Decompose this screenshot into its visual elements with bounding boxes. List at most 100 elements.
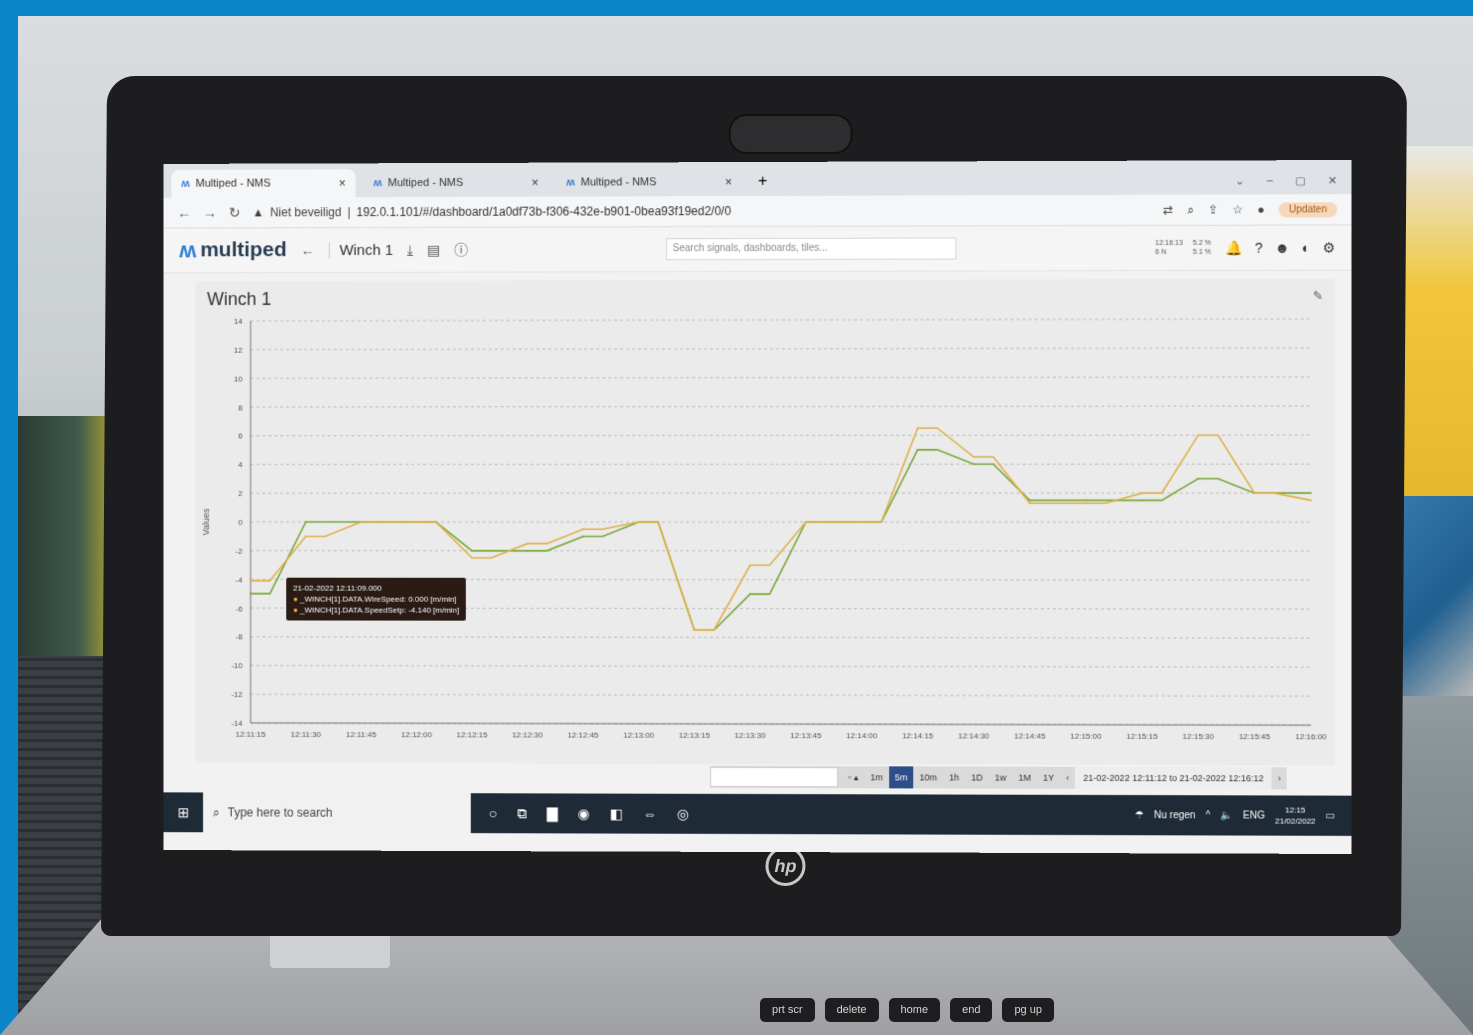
- x-tick-label: 12:11:15: [235, 730, 266, 739]
- x-tick-label: 12:14:15: [902, 731, 934, 740]
- chart-panel: Winch 1 ✎ 14 12 10 8 6 4 2 0 -2 -4 -6 -8 -10 -12 -14 12…: [195, 278, 1336, 766]
- chevron-right-icon[interactable]: ›: [1272, 767, 1287, 789]
- y-tick-label: 10: [234, 374, 243, 383]
- multiped-favicon-icon: ʍ: [181, 177, 190, 190]
- address-bar[interactable]: ▲ Niet beveiligd | 192.0.1.101/#/dashboa…: [252, 204, 731, 219]
- y-tick-label: 2: [238, 489, 243, 498]
- x-tick-label: 12:13:30: [735, 731, 767, 740]
- y-tick-label: -4: [236, 575, 244, 584]
- y-tick-label: 4: [238, 460, 243, 469]
- multiped-favicon-icon: ʍ: [373, 177, 382, 190]
- windows-start-icon[interactable]: ⊞: [163, 792, 203, 832]
- back-arrow-icon[interactable]: ←: [177, 205, 191, 221]
- time-input[interactable]: [710, 766, 839, 788]
- info-icon[interactable]: ⓘ: [454, 240, 468, 260]
- x-tick-label: 12:14:30: [958, 731, 990, 740]
- time-range-label[interactable]: 21-02-2022 12:11:12 to 21-02-2022 12:16:…: [1075, 766, 1272, 790]
- language[interactable]: ENG: [1243, 810, 1265, 821]
- app-icon[interactable]: ◎: [677, 805, 689, 822]
- y-tick-label: -2: [236, 547, 244, 556]
- chevron-left-icon[interactable]: ‹: [1060, 767, 1075, 789]
- browser-tab[interactable]: ʍ Multiped - NMS ×: [364, 169, 549, 198]
- tab-label: Multiped - NMS: [195, 177, 271, 190]
- profile-icon[interactable]: ●: [1257, 202, 1264, 216]
- time-range-1m-button[interactable]: 1m: [864, 766, 889, 788]
- clock[interactable]: 12:15 21/02/2022: [1275, 804, 1315, 826]
- time-range-1h-button[interactable]: 1h: [943, 766, 965, 788]
- comment-icon[interactable]: ▤: [427, 241, 440, 258]
- data-point: [972, 456, 975, 458]
- time-stepper[interactable]: ◦ ▴: [842, 766, 864, 788]
- address-bar-row: ← → ↻ ▲ Niet beveiligd | 192.0.1.101/#/d…: [163, 194, 1352, 229]
- time-range-1w-button[interactable]: 1w: [989, 767, 1013, 789]
- notification-icon[interactable]: ▭: [1326, 810, 1336, 821]
- user-icon[interactable]: ☻: [1275, 239, 1290, 256]
- time-range-5m-button[interactable]: 5m: [888, 766, 914, 789]
- time-range-1y-button[interactable]: 1Y: [1037, 767, 1060, 789]
- teamviewer-icon[interactable]: ⇔: [643, 805, 657, 822]
- close-window-icon[interactable]: ✕: [1328, 174, 1337, 187]
- download-icon[interactable]: ⤓: [407, 241, 413, 258]
- bell-icon[interactable]: 🔔: [1225, 239, 1243, 256]
- edit-pencil-icon[interactable]: ✎: [1313, 289, 1323, 303]
- laptop-screen: ʍ Multiped - NMS × ʍ Multiped - NMS × ʍ …: [163, 160, 1352, 854]
- multiped-logo[interactable]: ʍ multiped: [179, 237, 287, 263]
- data-point: [1141, 499, 1143, 502]
- y-tick-label: 0: [238, 518, 243, 527]
- minimize-icon[interactable]: –: [1267, 174, 1273, 186]
- weather-text: Nu regen: [1154, 809, 1196, 821]
- x-tick-label: 12:13:15: [679, 731, 711, 740]
- data-point: [749, 564, 752, 567]
- cortana-icon[interactable]: ○: [489, 805, 497, 822]
- new-tab-button[interactable]: +: [750, 168, 775, 196]
- header-icons: 🔔 ? ☻ ◐ ⚙: [1225, 239, 1335, 256]
- reload-icon[interactable]: ↻: [229, 204, 241, 221]
- forward-arrow-icon[interactable]: →: [203, 205, 217, 221]
- taskbar-search[interactable]: ⌕ Type here to search: [203, 792, 471, 834]
- share-icon[interactable]: ⇪: [1208, 203, 1218, 217]
- taskbar-search-text: Type here to search: [227, 805, 333, 820]
- tab-label: Multiped - NMS: [580, 176, 657, 189]
- y-axis-label: Values: [201, 508, 211, 535]
- browser-tab[interactable]: ʍ Multiped - NMS ×: [171, 169, 356, 198]
- chevron-up-icon[interactable]: ^: [1206, 810, 1211, 821]
- file-explorer-icon[interactable]: ▇: [547, 805, 558, 822]
- x-tick-label: 12:13:00: [623, 731, 655, 740]
- data-point: [249, 592, 252, 595]
- maximize-icon[interactable]: ▢: [1295, 174, 1306, 187]
- close-icon[interactable]: ×: [339, 176, 346, 190]
- y-tick-label: -10: [231, 661, 243, 670]
- close-icon[interactable]: ×: [725, 175, 732, 189]
- tooltip-line2: _WINCH[1].DATA.SpeedSetp: -4.140 [m/min]: [300, 605, 460, 615]
- chevron-down-icon[interactable]: ⌄: [1235, 174, 1244, 187]
- time-range-1d-button[interactable]: 1D: [965, 767, 989, 789]
- search-input[interactable]: Search signals, dashboards, tiles...: [665, 237, 956, 261]
- zoom-icon[interactable]: ⌕: [1187, 202, 1194, 217]
- data-point: [972, 463, 975, 466]
- close-icon[interactable]: ×: [531, 176, 538, 190]
- volume-icon[interactable]: 🔈: [1220, 810, 1233, 821]
- gear-icon[interactable]: ⚙: [1322, 239, 1335, 256]
- dashboard-title: Winch 1: [328, 241, 394, 259]
- x-tick-label: 12:14:00: [846, 731, 878, 740]
- taskbar-apps: ○ ⧉ ▇ ◉ ◧ ⇔ ◎: [471, 805, 689, 823]
- gridline: [251, 637, 1311, 638]
- theme-icon[interactable]: ◐: [1302, 239, 1311, 256]
- app-icon[interactable]: ◧: [610, 805, 623, 822]
- translate-icon[interactable]: ⇄: [1163, 203, 1173, 217]
- y-tick-label: -8: [236, 633, 244, 642]
- chrome-icon[interactable]: ◉: [578, 805, 590, 822]
- time-range-10m-button[interactable]: 10m: [913, 766, 943, 788]
- stat-time: 12:16:13: [1155, 239, 1183, 247]
- star-icon[interactable]: ☆: [1232, 203, 1243, 217]
- data-point: [1309, 492, 1312, 494]
- help-icon[interactable]: ?: [1255, 239, 1263, 256]
- update-button[interactable]: Updaten: [1278, 201, 1338, 218]
- browser-tab[interactable]: ʍ Multiped - NMS ×: [556, 168, 742, 197]
- task-view-icon[interactable]: ⧉: [517, 805, 527, 822]
- y-tick-label: 12: [234, 346, 243, 355]
- time-range-1m-button[interactable]: 1M: [1012, 767, 1037, 789]
- key: end: [950, 998, 993, 1022]
- tooltip-line1: _WINCH[1].DATA.WireSpeed: 0.000 [m/min]: [300, 594, 457, 604]
- back-arrow-icon[interactable]: ←: [301, 242, 315, 258]
